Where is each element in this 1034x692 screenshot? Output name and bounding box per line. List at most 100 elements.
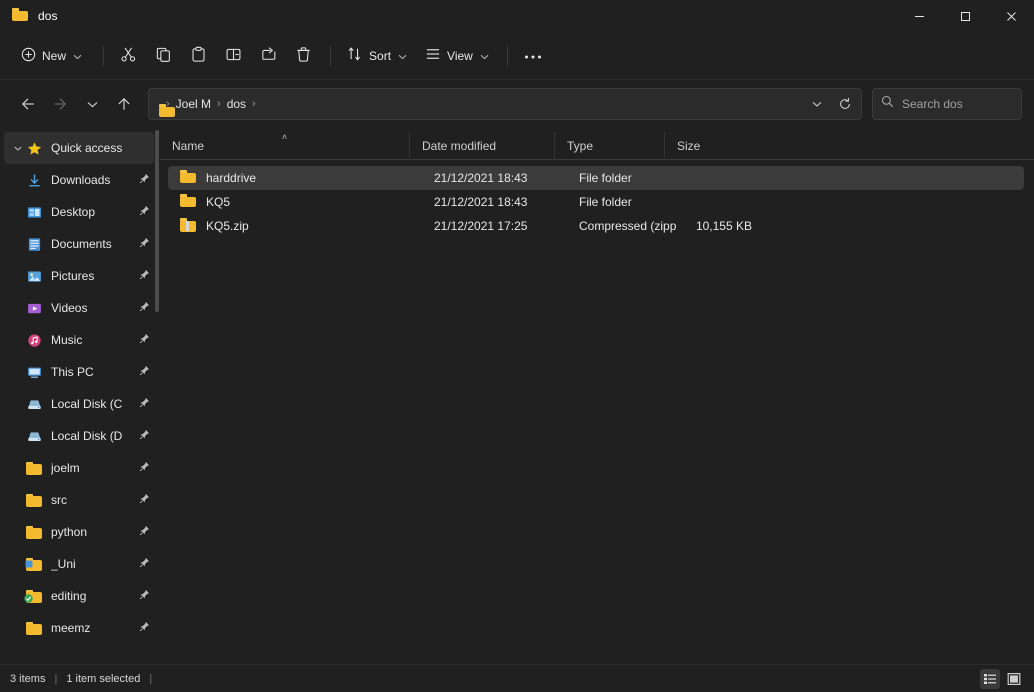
clipboard-icon bbox=[190, 46, 207, 66]
sidebar-item-label: This PC bbox=[51, 365, 94, 379]
pin-icon[interactable] bbox=[139, 621, 150, 635]
search-box[interactable]: Search dos bbox=[872, 88, 1022, 120]
desktop-icon bbox=[26, 204, 42, 220]
column-header-label: Name bbox=[172, 138, 205, 153]
refresh-button[interactable] bbox=[831, 91, 859, 117]
videos-icon bbox=[26, 300, 42, 316]
sidebar-item-python[interactable]: python bbox=[4, 516, 154, 548]
file-name-cell: harddrive bbox=[172, 170, 422, 186]
column-header-name[interactable]: ˄ Name bbox=[160, 131, 410, 160]
pin-icon[interactable] bbox=[139, 397, 150, 411]
window-body: Quick access Downloads Desktop Documents… bbox=[0, 128, 1034, 664]
delete-button[interactable] bbox=[287, 40, 320, 72]
sidebar-item-uni[interactable]: _Uni bbox=[4, 548, 154, 580]
sidebar-item-label: Local Disk (C bbox=[51, 397, 123, 411]
column-header-type[interactable]: Type bbox=[555, 131, 665, 160]
new-button-label: New bbox=[42, 48, 67, 63]
pin-icon[interactable] bbox=[139, 333, 150, 347]
pin-icon[interactable] bbox=[139, 301, 150, 315]
sidebar-item-joelm[interactable]: joelm bbox=[4, 452, 154, 484]
zip-icon bbox=[180, 218, 196, 234]
breadcrumb-separator: › bbox=[217, 98, 221, 110]
sidebar-item-downloads[interactable]: Downloads bbox=[4, 164, 154, 196]
sidebar-item-local-disk-c[interactable]: Local Disk (C bbox=[4, 388, 154, 420]
sidebar-item-label: Quick access bbox=[51, 141, 123, 155]
sidebar-item-meemz[interactable]: meemz bbox=[4, 612, 154, 644]
pin-icon[interactable] bbox=[139, 365, 150, 379]
breadcrumb-item-1[interactable]: dos bbox=[222, 92, 251, 116]
file-rows: harddrive 21/12/2021 18:43 File folder K… bbox=[160, 160, 1034, 664]
details-view-button[interactable] bbox=[980, 668, 1000, 689]
new-button[interactable]: New bbox=[12, 40, 93, 72]
pin-icon[interactable] bbox=[139, 589, 150, 603]
sidebar-item-quick-access[interactable]: Quick access bbox=[4, 132, 154, 164]
sidebar-item-documents[interactable]: Documents bbox=[4, 228, 154, 260]
chevron-down-icon[interactable] bbox=[10, 146, 26, 151]
pictures-icon bbox=[26, 268, 42, 284]
address-bar[interactable]: › Joel M › dos › bbox=[148, 88, 862, 120]
maximize-button[interactable] bbox=[942, 0, 988, 32]
sidebar-item-desktop[interactable]: Desktop bbox=[4, 196, 154, 228]
pin-icon[interactable] bbox=[139, 493, 150, 507]
sidebar-item-local-disk-d[interactable]: Local Disk (D bbox=[4, 420, 154, 452]
pin-icon[interactable] bbox=[139, 269, 150, 283]
file-name-cell: KQ5 bbox=[172, 194, 422, 210]
sidebar-item-label: Music bbox=[51, 333, 83, 347]
share-button[interactable] bbox=[252, 40, 285, 72]
more-options-button[interactable] bbox=[516, 40, 550, 72]
download-icon bbox=[26, 172, 42, 188]
file-date-cell: 21/12/2021 18:43 bbox=[434, 195, 528, 209]
sidebar-item-music[interactable]: Music bbox=[4, 324, 154, 356]
command-bar-divider-3 bbox=[506, 45, 508, 66]
folder-icon bbox=[180, 170, 196, 186]
pin-icon[interactable] bbox=[139, 173, 150, 187]
sidebar-item-this-pc[interactable]: This PC bbox=[4, 356, 154, 388]
folder-icon bbox=[26, 492, 42, 508]
sort-ascending-icon: ˄ bbox=[281, 131, 288, 142]
pin-icon[interactable] bbox=[139, 429, 150, 443]
up-button[interactable] bbox=[108, 88, 140, 120]
back-button[interactable] bbox=[12, 88, 44, 120]
address-dropdown-button[interactable] bbox=[803, 91, 831, 117]
table-row[interactable]: KQ5.zip 21/12/2021 17:25 Compressed (zip… bbox=[168, 214, 1024, 238]
table-row[interactable]: harddrive 21/12/2021 18:43 File folder bbox=[168, 166, 1024, 190]
pin-icon[interactable] bbox=[139, 237, 150, 251]
sidebar-item-label: Downloads bbox=[51, 173, 111, 187]
column-header-size[interactable]: Size bbox=[665, 132, 748, 160]
sidebar-item-src[interactable]: src bbox=[4, 484, 154, 516]
sidebar-item-label: Pictures bbox=[51, 269, 95, 283]
sidebar-item-label: src bbox=[51, 493, 67, 507]
cut-button[interactable] bbox=[112, 40, 145, 72]
forward-button[interactable] bbox=[44, 88, 76, 120]
navigation-pane: Quick access Downloads Desktop Documents… bbox=[0, 128, 160, 664]
recent-locations-button[interactable] bbox=[76, 88, 108, 120]
pin-icon[interactable] bbox=[139, 461, 150, 475]
window-controls bbox=[896, 0, 1034, 32]
minimize-button[interactable] bbox=[896, 0, 942, 32]
view-button[interactable]: View bbox=[417, 40, 497, 72]
close-button[interactable] bbox=[988, 0, 1034, 32]
column-header-date-modified[interactable]: Date modified bbox=[410, 131, 555, 160]
large-icons-view-button[interactable] bbox=[1004, 669, 1024, 689]
sidebar-scrollbar[interactable] bbox=[155, 130, 159, 312]
file-type-cell: Compressed (zipp... bbox=[579, 219, 677, 233]
item-count-label: 3 items bbox=[10, 672, 46, 685]
sidebar-item-videos[interactable]: Videos bbox=[4, 292, 154, 324]
pin-icon[interactable] bbox=[139, 205, 150, 219]
pin-icon[interactable] bbox=[139, 557, 150, 571]
ellipsis-icon bbox=[524, 49, 542, 63]
search-placeholder: Search dos bbox=[902, 97, 963, 111]
folder-icon bbox=[26, 524, 42, 540]
sidebar-item-pictures[interactable]: Pictures bbox=[4, 260, 154, 292]
share-icon bbox=[260, 46, 277, 66]
rename-button[interactable] bbox=[217, 40, 250, 72]
star-icon bbox=[26, 140, 42, 156]
sort-button[interactable]: Sort bbox=[339, 40, 415, 72]
breadcrumb-item-0[interactable]: Joel M bbox=[171, 92, 216, 116]
copy-button[interactable] bbox=[147, 40, 180, 72]
pin-icon[interactable] bbox=[139, 525, 150, 539]
table-row[interactable]: KQ5 21/12/2021 18:43 File folder bbox=[168, 190, 1024, 214]
paste-button[interactable] bbox=[182, 40, 215, 72]
file-name: harddrive bbox=[206, 171, 257, 185]
sidebar-item-editing[interactable]: editing bbox=[4, 580, 154, 612]
